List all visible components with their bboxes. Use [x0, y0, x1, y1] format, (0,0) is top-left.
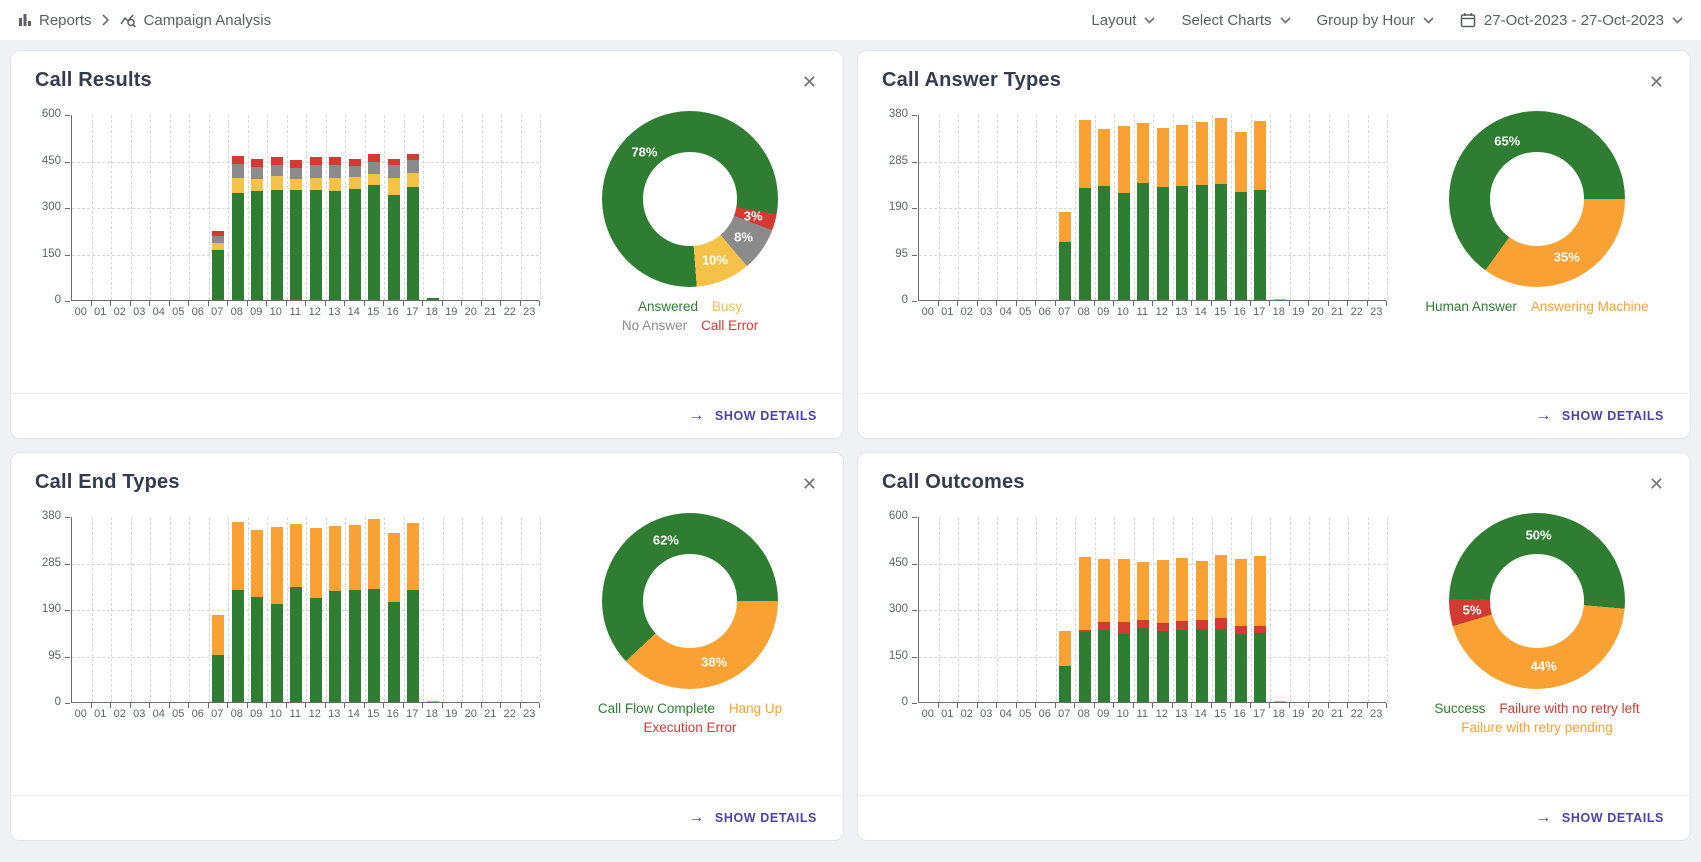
chart-legend: Human Answer Answering Machine	[1425, 297, 1648, 316]
legend-item[interactable]: Failure with no retry left	[1499, 699, 1639, 718]
arrow-right-icon: →	[688, 809, 705, 827]
donut-slice-label: 5%	[1463, 602, 1482, 617]
select-charts-dropdown[interactable]: Select Charts	[1181, 12, 1290, 29]
legend-item[interactable]: Call Error	[701, 316, 758, 335]
legend-item[interactable]: Failure with retry pending	[1461, 718, 1613, 737]
arrow-right-icon: →	[688, 407, 705, 425]
call-results-bar-chart: 0150300450600000102030405060708091011121…	[29, 103, 551, 323]
legend-item[interactable]: Hang Up	[729, 699, 782, 718]
show-details-label: SHOW DETAILS	[715, 811, 817, 825]
breadcrumb-reports-label: Reports	[39, 12, 92, 29]
analysis-chart-icon	[120, 13, 137, 28]
call-end-types-bar-chart: 0951902853800001020304050607080910111213…	[29, 505, 551, 725]
group-by-label: Group by Hour	[1317, 12, 1415, 29]
chart-legend: Call Flow Complete Hang UpExecution Error	[598, 699, 782, 737]
layout-dropdown[interactable]: Layout	[1091, 12, 1155, 29]
close-icon[interactable]: ✕	[1645, 69, 1668, 95]
legend-item[interactable]: Success	[1434, 699, 1485, 718]
donut-slice-label: 78%	[631, 144, 657, 159]
donut-slice-label: 8%	[734, 229, 753, 244]
bar-chart-icon	[18, 13, 32, 27]
call-outcomes-donut-chart: 44% 5% 50%	[1449, 513, 1625, 689]
close-icon[interactable]: ✕	[798, 69, 821, 95]
call-answer-types-donut-chart: 35% 65%	[1449, 111, 1625, 287]
close-icon[interactable]: ✕	[1645, 471, 1668, 497]
call-end-types-donut-chart: 38% 62%	[602, 513, 778, 689]
toolbar-controls: Layout Select Charts Group by Hour	[1091, 12, 1683, 29]
chart-legend: Answered Busy No Answer Call Error	[622, 297, 758, 335]
donut-slice-label: 65%	[1494, 133, 1520, 148]
card-call-outcomes: Call Outcomes ✕ 015030045060000010203040…	[857, 452, 1691, 841]
donut-slice-label: 3%	[744, 209, 763, 224]
top-bar: Reports Campaign Analysis Layout Select …	[0, 0, 1701, 40]
call-outcomes-bar-chart: 0150300450600000102030405060708091011121…	[876, 505, 1398, 725]
legend-item[interactable]: Busy	[712, 297, 742, 316]
chevron-down-icon	[1672, 17, 1683, 24]
legend-item[interactable]: Answering Machine	[1531, 297, 1649, 316]
date-range-picker[interactable]: 27-Oct-2023 - 27-Oct-2023	[1460, 12, 1683, 29]
donut-slice-label: 35%	[1554, 250, 1580, 265]
breadcrumb: Reports Campaign Analysis	[18, 12, 271, 29]
card-call-end-types: Call End Types ✕ 09519028538000010203040…	[10, 452, 844, 841]
legend-item[interactable]: Answered	[638, 297, 698, 316]
show-details-button[interactable]: → SHOW DETAILS	[688, 407, 817, 425]
card-title: Call Results	[35, 69, 152, 92]
layout-dropdown-label: Layout	[1091, 12, 1136, 29]
group-by-dropdown[interactable]: Group by Hour	[1317, 12, 1434, 29]
show-details-button[interactable]: → SHOW DETAILS	[688, 809, 817, 827]
donut-slice-label: 44%	[1531, 659, 1557, 674]
chevron-down-icon	[1280, 17, 1291, 24]
date-range-label: 27-Oct-2023 - 27-Oct-2023	[1484, 12, 1664, 29]
arrow-right-icon: →	[1535, 809, 1552, 827]
chevron-right-icon	[102, 14, 110, 26]
breadcrumb-reports[interactable]: Reports	[18, 12, 92, 29]
calendar-icon	[1460, 12, 1476, 28]
chevron-down-icon	[1144, 17, 1155, 24]
dashboard-grid: Call Results ✕ 0150300450600000102030405…	[0, 40, 1701, 851]
breadcrumb-campaign-analysis: Campaign Analysis	[120, 12, 272, 29]
show-details-button[interactable]: → SHOW DETAILS	[1535, 407, 1664, 425]
donut-slice-label: 38%	[701, 654, 727, 669]
donut-slice-label: 50%	[1526, 528, 1552, 543]
legend-item[interactable]: Execution Error	[643, 718, 736, 737]
show-details-button[interactable]: → SHOW DETAILS	[1535, 809, 1664, 827]
card-call-answer-types: Call Answer Types ✕ 09519028538000010203…	[857, 50, 1691, 439]
chevron-down-icon	[1423, 17, 1434, 24]
card-title: Call End Types	[35, 471, 180, 494]
donut-slice-label: 62%	[653, 533, 679, 548]
select-charts-label: Select Charts	[1181, 12, 1271, 29]
legend-item[interactable]: Human Answer	[1425, 297, 1517, 316]
card-title: Call Outcomes	[882, 471, 1025, 494]
close-icon[interactable]: ✕	[798, 471, 821, 497]
show-details-label: SHOW DETAILS	[1562, 811, 1664, 825]
legend-item[interactable]: No Answer	[622, 316, 687, 335]
chart-legend: Success Failure with no retry leftFailure…	[1434, 699, 1639, 737]
card-call-results: Call Results ✕ 0150300450600000102030405…	[10, 50, 844, 439]
show-details-label: SHOW DETAILS	[715, 409, 817, 423]
call-answer-types-bar-chart: 0951902853800001020304050607080910111213…	[876, 103, 1398, 323]
legend-item[interactable]: Call Flow Complete	[598, 699, 715, 718]
card-title: Call Answer Types	[882, 69, 1061, 92]
call-results-donut-chart: 3% 8% 10% 78%	[602, 111, 778, 287]
breadcrumb-page-label: Campaign Analysis	[144, 12, 272, 29]
donut-slice-label: 10%	[702, 252, 728, 267]
show-details-label: SHOW DETAILS	[1562, 409, 1664, 423]
arrow-right-icon: →	[1535, 407, 1552, 425]
